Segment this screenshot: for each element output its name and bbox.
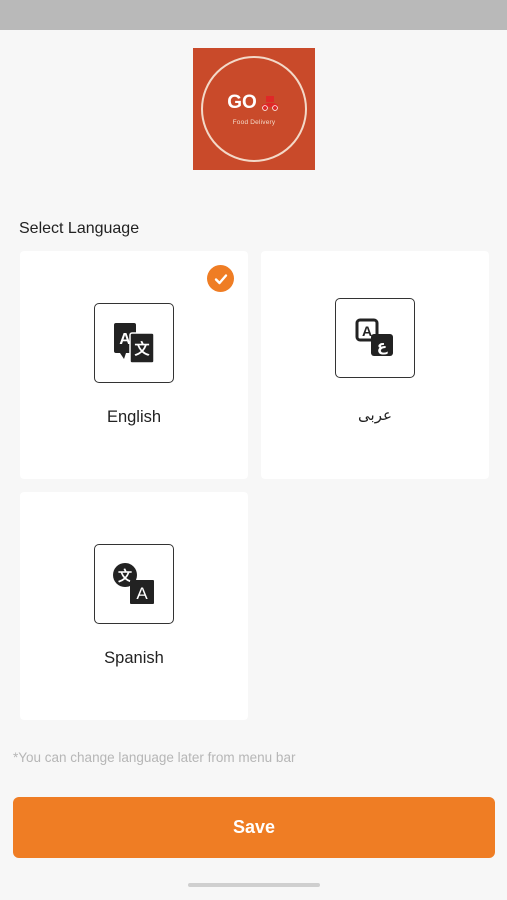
language-card-arabic[interactable]: A ع عربى [261, 251, 489, 479]
svg-text:A: A [136, 584, 148, 603]
logo-brand: GO [227, 92, 281, 114]
selected-check-icon [207, 265, 234, 292]
arabic-translate-icon: A ع [335, 298, 415, 378]
scooter-icon [261, 96, 278, 111]
language-label: Spanish [104, 649, 164, 667]
language-label: English [106, 408, 162, 426]
translate-icon: A 文 [94, 303, 174, 383]
language-label: عربى [358, 406, 392, 424]
language-selection-screen: GO Food Delivery Select Language A 文 Eng… [0, 30, 507, 900]
section-title: Select Language [19, 220, 140, 237]
logo-ring: GO Food Delivery [201, 56, 307, 162]
language-card-english[interactable]: A 文 English [20, 251, 248, 479]
home-indicator [188, 883, 320, 887]
translate-icon: 文 A [94, 544, 174, 624]
logo-brand-text: GO [227, 92, 257, 113]
status-bar [0, 0, 507, 30]
svg-text:文: 文 [134, 340, 150, 358]
app-logo: GO Food Delivery [193, 48, 315, 170]
language-hint: *You can change language later from menu… [13, 750, 296, 765]
svg-text:ع: ع [377, 337, 388, 355]
logo-tagline: Food Delivery [232, 119, 276, 126]
save-button[interactable]: Save [13, 797, 495, 858]
svg-text:A: A [362, 323, 372, 339]
language-card-spanish[interactable]: 文 A Spanish [20, 492, 248, 720]
